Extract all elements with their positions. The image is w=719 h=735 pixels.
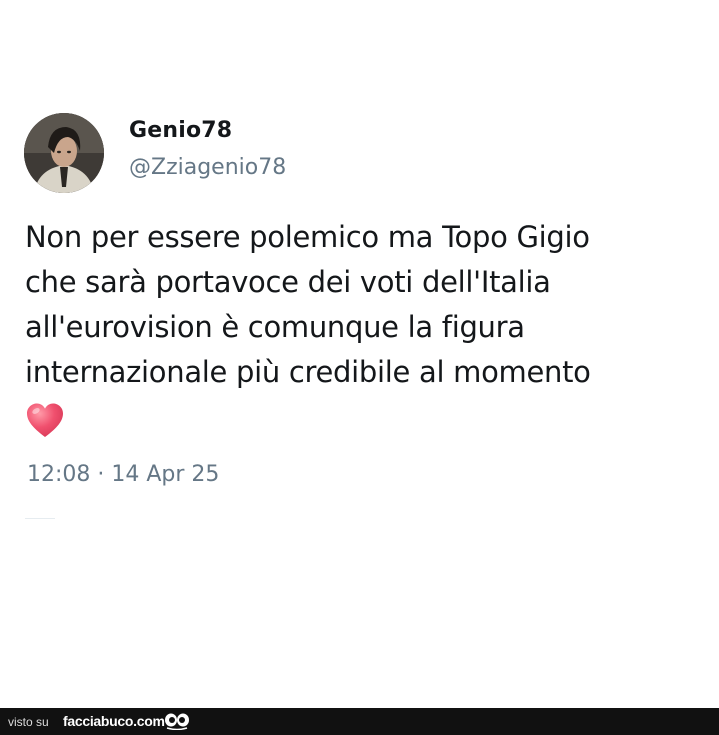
tweet-text: Non per essere polemico ma Topo Gigio ch… — [25, 220, 591, 389]
site-link[interactable]: facciabuco.com — [63, 713, 165, 729]
user-handle[interactable]: @Zziagenio78 — [129, 155, 286, 180]
display-name[interactable]: Genio78 — [129, 118, 232, 143]
heart-icon — [27, 403, 63, 437]
tweet-timestamp[interactable]: 12:08 · 14 Apr 25 — [27, 462, 219, 487]
footer-bar: visto su facciabuco.com — [0, 708, 719, 735]
avatar[interactable] — [24, 113, 104, 193]
avatar-image — [24, 113, 104, 193]
eyes-icon — [165, 713, 189, 730]
visto-su-label: visto su — [8, 715, 49, 729]
tweet-card: Genio78 @Zziagenio78 Non per essere pole… — [0, 0, 719, 708]
divider — [25, 518, 55, 519]
